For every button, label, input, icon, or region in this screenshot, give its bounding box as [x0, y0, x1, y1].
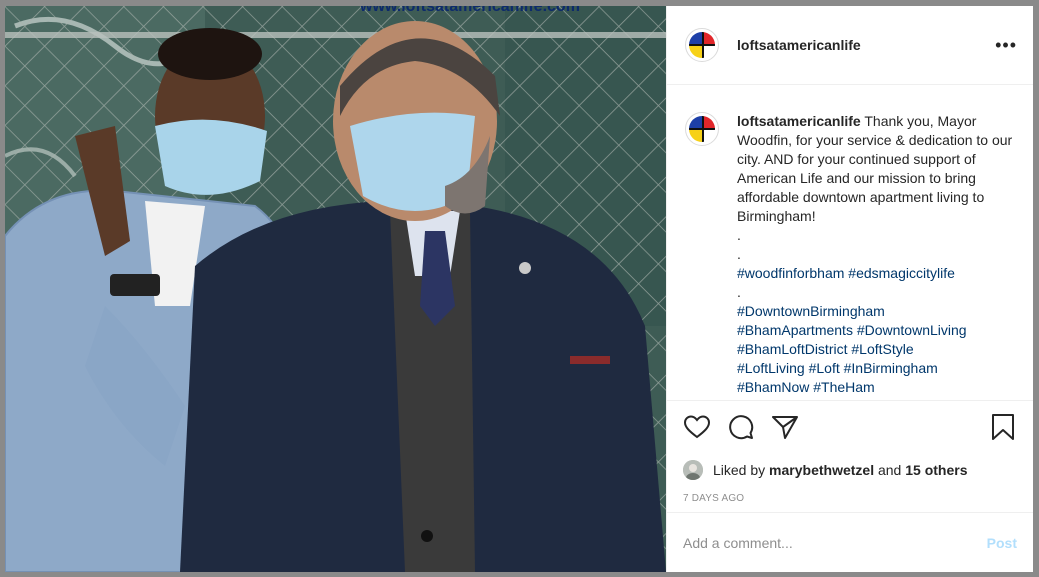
comment-icon[interactable]	[727, 413, 755, 441]
caption-username[interactable]: loftsatamericanlife	[737, 113, 861, 129]
caption-dot: .	[737, 227, 741, 243]
caption-dot: .	[737, 284, 741, 300]
hashtag-link[interactable]: #BhamApartments #DowntownLiving	[737, 321, 1013, 340]
caption-dot: .	[737, 246, 741, 262]
post-modal: www.loftsatamericanlife.com loftsatameri…	[0, 0, 1039, 577]
profile-avatar[interactable]	[685, 28, 719, 62]
caption-text: loftsatamericanlife Thank you, Mayor Woo…	[737, 112, 1013, 400]
caption-avatar[interactable]	[685, 112, 719, 146]
likes-summary: Liked by marybethwetzel and 15 others	[683, 457, 1017, 483]
mondrian-logo-icon	[689, 116, 715, 142]
likes-and: and	[877, 462, 902, 478]
heart-icon[interactable]	[683, 413, 711, 441]
bookmark-icon[interactable]	[989, 413, 1017, 441]
hashtag-link[interactable]: #BhamLoftDistrict #LoftStyle	[737, 340, 1013, 359]
comment-bar: Post	[667, 512, 1033, 572]
post-date[interactable]: 7 DAYS AGO	[683, 493, 1017, 504]
liker-avatar[interactable]	[683, 460, 703, 480]
comment-input[interactable]	[683, 534, 987, 551]
post-photo[interactable]: www.loftsatamericanlife.com	[5, 6, 666, 572]
header-username[interactable]: loftsatamericanlife	[737, 37, 861, 53]
more-options-icon[interactable]: •••	[995, 35, 1017, 56]
liker-username[interactable]: marybethwetzel	[769, 462, 874, 478]
hashtag-link[interactable]: #BhamNow #TheHam	[737, 378, 1013, 397]
caption: loftsatamericanlife Thank you, Mayor Woo…	[667, 86, 1033, 400]
action-icons-row	[683, 401, 1017, 453]
post-header: loftsatamericanlife •••	[667, 6, 1033, 85]
share-icon[interactable]	[771, 413, 799, 441]
photo-illustration	[5, 6, 666, 572]
likes-prefix: Liked by	[713, 462, 766, 478]
post-side-panel: loftsatamericanlife ••• loftsatamericanl…	[666, 6, 1033, 572]
caption-body: Thank you, Mayor Woodfin, for your servi…	[737, 113, 1013, 224]
post-actions: Liked by marybethwetzel and 15 others 7 …	[667, 400, 1033, 504]
hashtag-link[interactable]: #woodfinforbham #edsmagiccitylife	[737, 264, 1013, 283]
hashtag-link[interactable]: #LoftLiving #Loft #InBirmingham	[737, 359, 1013, 378]
hashtag-link[interactable]: #DowntownBirmingham	[737, 302, 1013, 321]
likes-others-link[interactable]: 15 others	[905, 462, 967, 478]
mondrian-logo-icon	[689, 32, 715, 58]
photo-watermark: www.loftsatamericanlife.com	[360, 6, 580, 15]
post-comment-button[interactable]: Post	[987, 535, 1017, 551]
